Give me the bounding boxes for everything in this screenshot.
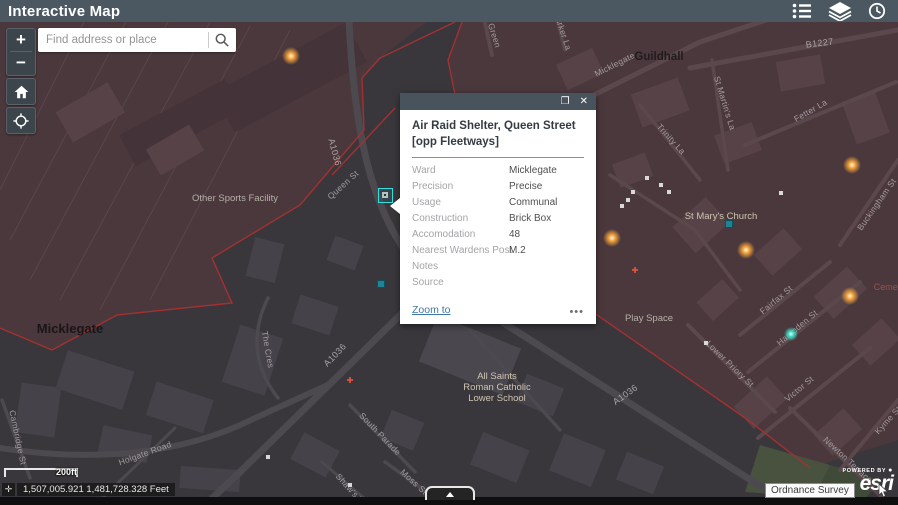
field-value: Brick Box [509, 213, 584, 224]
popup-body: Air Raid Shelter, Queen Street [opp Flee… [400, 110, 596, 324]
field-row: Precision Precise [412, 181, 584, 192]
incident-marker-orange[interactable] [841, 287, 859, 305]
incident-marker-orange[interactable] [603, 229, 621, 247]
legend-icon[interactable] [792, 3, 812, 19]
point-marker-white[interactable] [626, 198, 630, 202]
search-widget [38, 28, 236, 52]
app-header: Interactive Map [0, 0, 898, 22]
field-value [509, 261, 584, 272]
field-row: Construction Brick Box [412, 213, 584, 224]
maximize-icon[interactable]: ❐ [561, 97, 570, 107]
popup-menu-ellipsis[interactable]: ••• [569, 308, 584, 316]
search-input[interactable] [38, 28, 208, 52]
popup-footer: Zoom to ••• [412, 304, 584, 316]
attribution-expander-tab[interactable] [425, 486, 475, 500]
coordinates-readout: 1,507,005.921 1,481,728.328 Feet [17, 483, 175, 496]
zoom-out-button[interactable]: − [7, 52, 35, 74]
locate-icon [13, 113, 29, 129]
layers-icon[interactable] [828, 2, 852, 21]
zoom-to-link[interactable]: Zoom to [412, 304, 451, 316]
marker-core [384, 194, 386, 196]
scale-label: 200ft [56, 467, 77, 477]
locate-button[interactable] [6, 107, 36, 134]
coordinates-widget: ✛ 1,507,005.921 1,481,728.328 Feet [2, 483, 175, 496]
field-row: Nearest Wardens Post M.2 [412, 245, 584, 256]
field-row: Usage Communal [412, 197, 584, 208]
close-icon[interactable]: ✕ [580, 97, 588, 107]
incident-marker-orange[interactable] [843, 156, 861, 174]
incident-marker-orange[interactable] [737, 241, 755, 259]
point-marker-white[interactable] [779, 191, 783, 195]
zoom-in-button[interactable]: + [7, 29, 35, 51]
home-icon [14, 85, 29, 99]
field-value: Precise [509, 181, 584, 192]
field-label: Accomodation [412, 229, 509, 240]
home-button[interactable] [6, 78, 36, 105]
field-row: Ward Micklegate [412, 165, 584, 176]
point-marker-white[interactable] [348, 483, 352, 487]
popup-header: ❐ ✕ [400, 93, 596, 110]
zoom-control: + − [6, 28, 36, 76]
field-label: Notes [412, 261, 509, 272]
popup-title: Air Raid Shelter, Queen Street [opp Flee… [412, 119, 584, 150]
point-marker-white[interactable] [266, 455, 270, 459]
shelter-marker-teal[interactable] [378, 281, 385, 288]
divider [412, 157, 584, 158]
popup-callout-tail [390, 198, 400, 214]
time-history-icon[interactable] [868, 2, 886, 20]
field-label: Construction [412, 213, 509, 224]
field-label: Ward [412, 165, 509, 176]
shelter-marker-teal[interactable] [726, 221, 733, 228]
field-label: Source [412, 277, 509, 288]
field-label: Precision [412, 181, 509, 192]
field-label: Usage [412, 197, 509, 208]
incident-marker-teal[interactable] [784, 327, 798, 341]
field-value [509, 277, 584, 288]
point-marker-white[interactable] [631, 190, 635, 194]
field-row: Accomodation 48 [412, 229, 584, 240]
point-marker-white[interactable] [645, 176, 649, 180]
point-marker-white[interactable] [620, 204, 624, 208]
field-row: Notes [412, 261, 584, 272]
field-value: Micklegate [509, 165, 584, 176]
attribution-source: Ordnance Survey [765, 483, 855, 498]
point-marker-white[interactable] [704, 341, 708, 345]
field-value: 48 [509, 229, 584, 240]
field-label: Nearest Wardens Post [412, 245, 509, 256]
mouse-cursor-icon [878, 484, 890, 498]
field-value: Communal [509, 197, 584, 208]
point-marker-white[interactable] [659, 183, 663, 187]
feature-popup: ❐ ✕ Air Raid Shelter, Queen Street [opp … [400, 93, 596, 324]
chevron-up-icon [446, 492, 454, 497]
interactive-map-app: Toft GreenBarker LaMicklegateSt Martin's… [0, 0, 898, 505]
search-icon [215, 33, 229, 47]
search-button[interactable] [209, 28, 236, 52]
crosshair-icon[interactable]: ✛ [2, 483, 15, 496]
field-row: Source [412, 277, 584, 288]
point-marker-white[interactable] [667, 190, 671, 194]
page-title: Interactive Map [8, 3, 120, 20]
incident-marker-orange[interactable] [282, 47, 300, 65]
field-value: M.2 [509, 245, 584, 256]
